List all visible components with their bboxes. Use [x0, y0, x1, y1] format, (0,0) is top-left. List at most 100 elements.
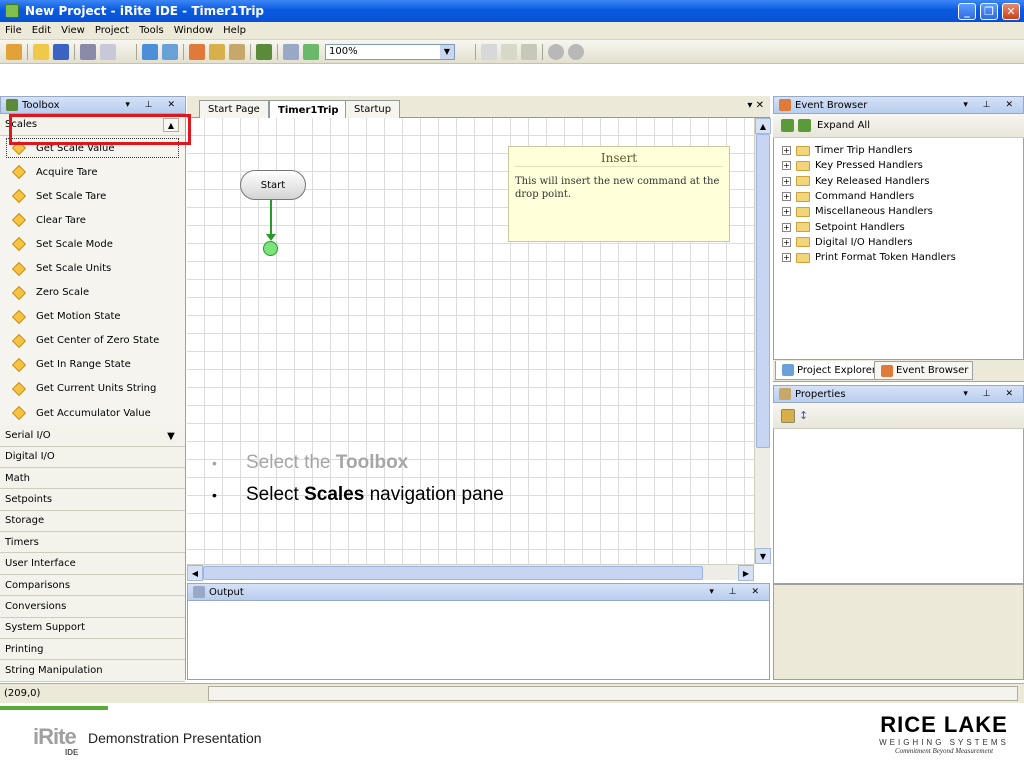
panel-controls[interactable]: ▾ ⊥ ✕	[709, 587, 765, 597]
tab-project-explorer[interactable]: Project Explorer	[775, 361, 882, 380]
tab-list-close[interactable]: ▾ ✕	[747, 100, 764, 111]
menu-help[interactable]: Help	[218, 25, 251, 36]
sort-alpha-icon[interactable]: ↕	[799, 409, 808, 422]
close-button[interactable]: ✕	[1002, 3, 1020, 20]
toolbox-item[interactable]: Get Motion State	[0, 305, 185, 329]
start-node[interactable]: Start	[240, 170, 306, 200]
drop-point[interactable]	[263, 241, 278, 256]
toolbox-category[interactable]: System Support	[0, 617, 185, 640]
scroll-thumb[interactable]	[203, 566, 703, 580]
horizontal-scrollbar[interactable]: ◀ ▶	[187, 564, 754, 581]
toolbox-item[interactable]: Zero Scale	[0, 281, 185, 305]
cut-icon[interactable]	[481, 43, 497, 60]
menu-tools[interactable]: Tools	[134, 25, 169, 36]
toolbox-category[interactable]: Digital I/O	[0, 446, 185, 468]
menu-edit[interactable]: Edit	[27, 25, 56, 36]
build-icon[interactable]	[209, 43, 225, 60]
output-icon[interactable]	[283, 43, 299, 60]
panel-controls[interactable]: ▾ ⊥ ✕	[125, 100, 181, 110]
vertical-scrollbar[interactable]: ▲ ▼	[754, 118, 771, 564]
panel-controls[interactable]: ▾ ⊥ ✕	[963, 100, 1019, 110]
toolbox-category[interactable]: String Manipulation	[0, 660, 185, 682]
scroll-thumb[interactable]	[756, 134, 770, 448]
expand-all-icon[interactable]	[798, 119, 811, 132]
toolbox-category[interactable]: Printing	[0, 639, 185, 661]
toolbox-item[interactable]: Acquire Tare	[0, 160, 185, 184]
event-icon	[779, 99, 791, 111]
maximize-button[interactable]: ❐	[980, 3, 998, 20]
toolbox-category[interactable]: Serial I/O ▼	[0, 425, 185, 447]
zoom-select[interactable]: 100% ▼	[325, 43, 455, 60]
tab-event-browser[interactable]: Event Browser	[874, 361, 974, 380]
open-folder-icon[interactable]	[33, 43, 49, 60]
menu-file[interactable]: File	[0, 25, 27, 36]
chevron-down-icon[interactable]: ▼	[163, 429, 179, 443]
tree-node[interactable]: + Key Pressed Handlers	[774, 158, 1023, 173]
add-icon[interactable]	[142, 43, 158, 60]
tree-node[interactable]: + Digital I/O Handlers	[774, 235, 1023, 250]
expand-all-button[interactable]: Expand All	[817, 120, 870, 131]
tree-node[interactable]: + Setpoint Handlers	[774, 219, 1023, 234]
menu-view[interactable]: View	[56, 25, 90, 36]
chevron-down-icon[interactable]: ▼	[440, 44, 454, 59]
preview-icon[interactable]	[100, 43, 116, 60]
tab-start-page[interactable]: Start Page	[199, 100, 269, 118]
redo-icon[interactable]	[568, 43, 584, 60]
minimize-button[interactable]: _	[958, 3, 976, 20]
save-icon[interactable]	[53, 43, 69, 60]
toolbox-item[interactable]: Get Accumulator Value	[0, 401, 185, 425]
toolbox-category[interactable]: Setpoints	[0, 489, 185, 511]
tree-node[interactable]: + Print Format Token Handlers	[774, 250, 1023, 265]
toolbox-item[interactable]: Set Scale Mode	[0, 232, 185, 256]
event-icon[interactable]	[189, 43, 205, 60]
copy-icon[interactable]	[501, 43, 517, 60]
expand-icon[interactable]: +	[782, 176, 791, 186]
expand-icon[interactable]: +	[782, 146, 791, 156]
tab-timer1trip[interactable]: Timer1Trip	[269, 100, 348, 119]
toolbox-item[interactable]: Get Center of Zero State	[0, 329, 185, 353]
panel-controls[interactable]: ▾ ⊥ ✕	[963, 389, 1019, 399]
toolbox-item[interactable]: Set Scale Tare	[0, 184, 185, 208]
output-header: Output ▾ ⊥ ✕	[187, 583, 770, 601]
properties-icon[interactable]	[229, 43, 245, 60]
toolbox-category[interactable]: Storage	[0, 510, 185, 533]
toolbox-category[interactable]: Conversions	[0, 596, 185, 618]
expand-icon[interactable]: +	[782, 237, 791, 247]
expand-icon[interactable]: +	[782, 192, 791, 202]
tree-node[interactable]: + Key Released Handlers	[774, 174, 1023, 189]
print-icon[interactable]	[80, 43, 96, 60]
scroll-up-icon[interactable]: ▲	[755, 118, 771, 134]
expand-icon[interactable]: +	[782, 207, 791, 217]
tree-node[interactable]: + Miscellaneous Handlers	[774, 204, 1023, 219]
expand-icon[interactable]: +	[782, 222, 791, 232]
output-panel[interactable]	[187, 601, 770, 680]
toolbox-panel: Scales ▲ Get Scale Value Acquire Tare Set …	[0, 114, 186, 682]
toolbox-category[interactable]: Timers	[0, 532, 185, 554]
scroll-right-icon[interactable]: ▶	[738, 565, 754, 581]
tree-node[interactable]: + Timer Trip Handlers	[774, 143, 1023, 158]
scroll-down-icon[interactable]: ▼	[755, 548, 771, 564]
toolbox-category[interactable]: Comparisons	[0, 574, 185, 597]
toolbox-category[interactable]: User Interface	[0, 553, 185, 575]
undo-icon[interactable]	[548, 43, 564, 60]
tree-node[interactable]: + Command Handlers	[774, 189, 1023, 204]
toolbox-item[interactable]: Set Scale Units	[0, 256, 185, 280]
categorized-icon[interactable]	[781, 408, 795, 423]
collapse-all-icon[interactable]	[781, 119, 794, 132]
expand-icon[interactable]: +	[782, 161, 791, 171]
link-icon[interactable]	[162, 43, 178, 60]
paste-icon[interactable]	[521, 43, 537, 60]
toolbox-item[interactable]: Get Current Units String	[0, 377, 185, 401]
menu-project[interactable]: Project	[90, 25, 134, 36]
toolbox-icon[interactable]	[256, 43, 272, 60]
zoom-fit-icon[interactable]	[303, 43, 319, 60]
new-project-icon[interactable]	[6, 43, 22, 60]
tab-startup[interactable]: Startup	[345, 100, 401, 118]
scroll-left-icon[interactable]: ◀	[187, 565, 203, 581]
toolbox-item[interactable]: Clear Tare	[0, 208, 185, 232]
toolbox-item[interactable]: Get In Range State	[0, 353, 185, 377]
toolbox-category[interactable]: Math	[0, 467, 185, 490]
expand-icon[interactable]: +	[782, 253, 791, 263]
properties-grid[interactable]	[773, 429, 1024, 584]
menu-window[interactable]: Window	[169, 25, 218, 36]
